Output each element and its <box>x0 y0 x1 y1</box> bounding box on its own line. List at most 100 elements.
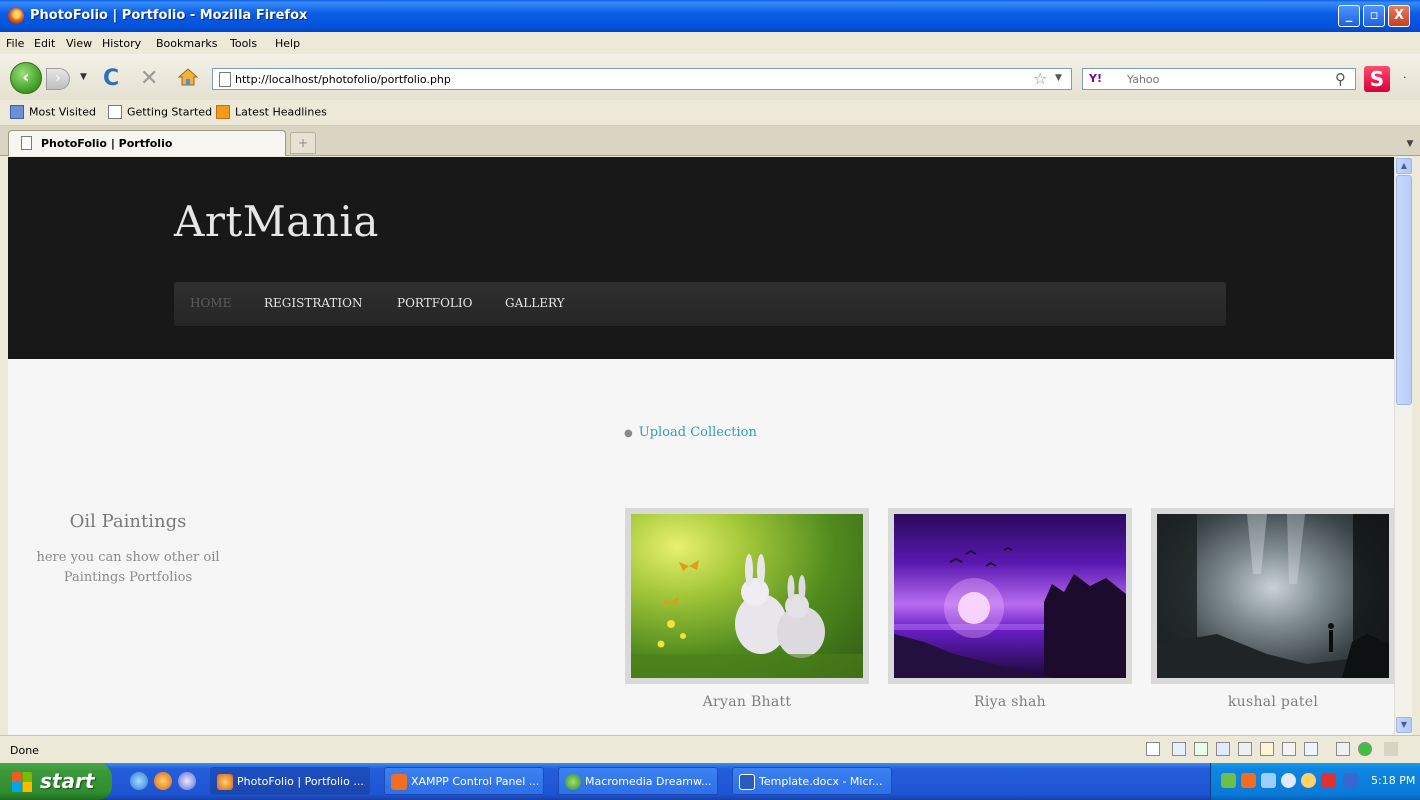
addon-icon[interactable] <box>1304 742 1318 756</box>
search-icon[interactable]: ⚲ <box>1335 70 1346 88</box>
addon-s-icon[interactable]: S <box>1364 66 1390 92</box>
tab-strip: PhotoFolio | Portfolio + ▼ <box>0 126 1420 156</box>
task-photofolio[interactable]: PhotoFolio | Portfolio ... <box>210 767 370 795</box>
system-tray: 5:18 PM <box>1210 763 1420 800</box>
menu-tools[interactable]: Tools <box>230 37 257 50</box>
minimize-button[interactable]: _ <box>1338 5 1360 27</box>
clock: 5:18 PM <box>1371 774 1416 787</box>
tray-icon[interactable] <box>1281 773 1296 788</box>
vertical-scrollbar[interactable]: ▲ ▼ <box>1394 157 1412 735</box>
tab-list-dropdown-icon[interactable]: ▼ <box>1402 134 1418 154</box>
addon-icon[interactable] <box>1238 742 1252 756</box>
start-button[interactable]: start <box>0 763 112 800</box>
artist-name[interactable]: Aryan Bhatt <box>625 694 869 710</box>
misty-forest-illustration <box>1157 514 1389 678</box>
nav-gallery[interactable]: GALLERY <box>505 296 565 310</box>
quick-launch-icon[interactable] <box>178 772 196 790</box>
word-icon <box>739 774 755 790</box>
home-icon[interactable] <box>178 68 198 86</box>
portfolio-card[interactable]: Riya shah <box>888 508 1132 710</box>
menu-help[interactable]: Help <box>275 37 300 50</box>
rss-feed-icon <box>216 105 230 119</box>
tray-icon[interactable] <box>1241 773 1256 788</box>
back-button[interactable]: ‹ <box>10 62 42 94</box>
sidebar-description: here you can show other oil Paintings Po… <box>36 550 220 585</box>
addon-icon[interactable] <box>1216 742 1230 756</box>
upload-collection-item: ● Upload Collection <box>624 425 757 440</box>
reload-icon[interactable]: C <box>103 66 119 91</box>
most-visited-icon <box>10 105 24 119</box>
portfolio-card[interactable]: kushal patel <box>1151 508 1394 710</box>
addon-icon[interactable] <box>1282 742 1296 756</box>
nav-portfolio[interactable]: PORTFOLIO <box>397 296 472 310</box>
tray-icon[interactable] <box>1221 773 1236 788</box>
bookmark-latest-headlines[interactable]: Latest Headlines <box>216 105 327 121</box>
url-dropdown-icon[interactable]: ▼ <box>1055 73 1062 83</box>
misty-forest-figure-image[interactable] <box>1157 514 1389 678</box>
windows-taskbar: start PhotoFolio | Portfolio ... XAMPP C… <box>0 763 1420 800</box>
new-tab-button[interactable]: + <box>290 132 316 154</box>
artist-name[interactable]: kushal patel <box>1151 694 1394 710</box>
status-bar: Done <box>0 735 1420 763</box>
addon-icon[interactable] <box>1172 742 1186 756</box>
menu-view[interactable]: View <box>66 37 92 50</box>
fantasy-sunset-illustration <box>894 547 1126 678</box>
menu-edit[interactable]: Edit <box>34 37 55 50</box>
close-button[interactable]: X <box>1388 5 1410 27</box>
bookmark-getting-started[interactable]: Getting Started <box>108 105 212 121</box>
bunnies-illustration <box>631 554 863 678</box>
history-dropdown-icon[interactable]: ▼ <box>80 72 87 82</box>
tray-icon[interactable] <box>1321 773 1336 788</box>
task-word[interactable]: Template.docx - Micr... <box>732 767 892 795</box>
search-box[interactable]: Y! ⚲ <box>1082 68 1356 90</box>
forward-button[interactable]: › <box>46 68 70 90</box>
internet-explorer-icon[interactable] <box>130 772 148 790</box>
page-icon[interactable] <box>1146 742 1160 756</box>
site-logo[interactable]: ArtMania <box>174 197 379 246</box>
window-title: PhotoFolio | Portfolio - Mozilla Firefox <box>30 8 308 23</box>
nav-home[interactable]: HOME <box>190 296 231 310</box>
tray-icon[interactable] <box>1261 773 1276 788</box>
addon-icon[interactable] <box>1336 742 1350 756</box>
menu-bar: File Edit View History Bookmarks Tools H… <box>0 32 1420 54</box>
artist-name[interactable]: Riya shah <box>888 694 1132 710</box>
menu-bookmarks[interactable]: Bookmarks <box>156 37 217 50</box>
resize-grip-icon[interactable] <box>1384 742 1398 756</box>
addon-icon[interactable] <box>1358 742 1372 756</box>
navigation-toolbar: ‹ › ▼ C ✕ ☆ ▼ Y! ⚲ S · <box>0 54 1420 100</box>
toolbar-overflow-icon[interactable]: · <box>1403 71 1407 84</box>
scroll-up-icon[interactable]: ▲ <box>1396 158 1412 174</box>
upload-collection-link[interactable]: Upload Collection <box>639 425 757 440</box>
task-dreamweaver[interactable]: Macromedia Dreamw... <box>558 767 718 795</box>
thumbnail-frame <box>888 508 1132 684</box>
task-xampp[interactable]: XAMPP Control Panel ... <box>384 767 544 795</box>
tray-icon[interactable] <box>1343 773 1358 788</box>
maximize-button[interactable]: ▫ <box>1363 5 1385 27</box>
bookmark-most-visited[interactable]: Most Visited <box>10 105 96 121</box>
address-bar[interactable]: ☆ ▼ <box>212 68 1072 90</box>
xampp-icon <box>391 774 407 790</box>
url-input[interactable] <box>235 71 1025 87</box>
firefox-icon <box>8 8 24 24</box>
page-icon <box>108 105 122 119</box>
nav-registration[interactable]: REGISTRATION <box>264 296 362 310</box>
firefox-icon[interactable] <box>154 772 172 790</box>
page-viewport: ArtMania HOME REGISTRATION PORTFOLIO GAL… <box>8 157 1394 735</box>
menu-history[interactable]: History <box>102 37 141 50</box>
stop-icon[interactable]: ✕ <box>140 66 158 91</box>
addon-icon[interactable] <box>1194 742 1208 756</box>
search-engine-icon[interactable]: Y! <box>1089 72 1102 85</box>
site-header: ArtMania HOME REGISTRATION PORTFOLIO GAL… <box>8 157 1394 359</box>
menu-file[interactable]: File <box>6 37 24 50</box>
windows-logo-icon <box>12 772 32 792</box>
bookmark-star-icon[interactable]: ☆ <box>1033 69 1047 88</box>
tray-icon[interactable] <box>1301 773 1316 788</box>
bunnies-meadow-image[interactable] <box>631 514 863 678</box>
scrollbar-thumb[interactable] <box>1396 175 1412 405</box>
search-input[interactable] <box>1127 71 1317 87</box>
purple-fantasy-sunset-image[interactable] <box>894 514 1126 678</box>
addon-icon[interactable] <box>1260 742 1274 756</box>
portfolio-card[interactable]: Aryan Bhatt <box>625 508 869 710</box>
tab-photofolio-portfolio[interactable]: PhotoFolio | Portfolio <box>8 130 286 156</box>
scroll-down-icon[interactable]: ▼ <box>1396 717 1412 733</box>
